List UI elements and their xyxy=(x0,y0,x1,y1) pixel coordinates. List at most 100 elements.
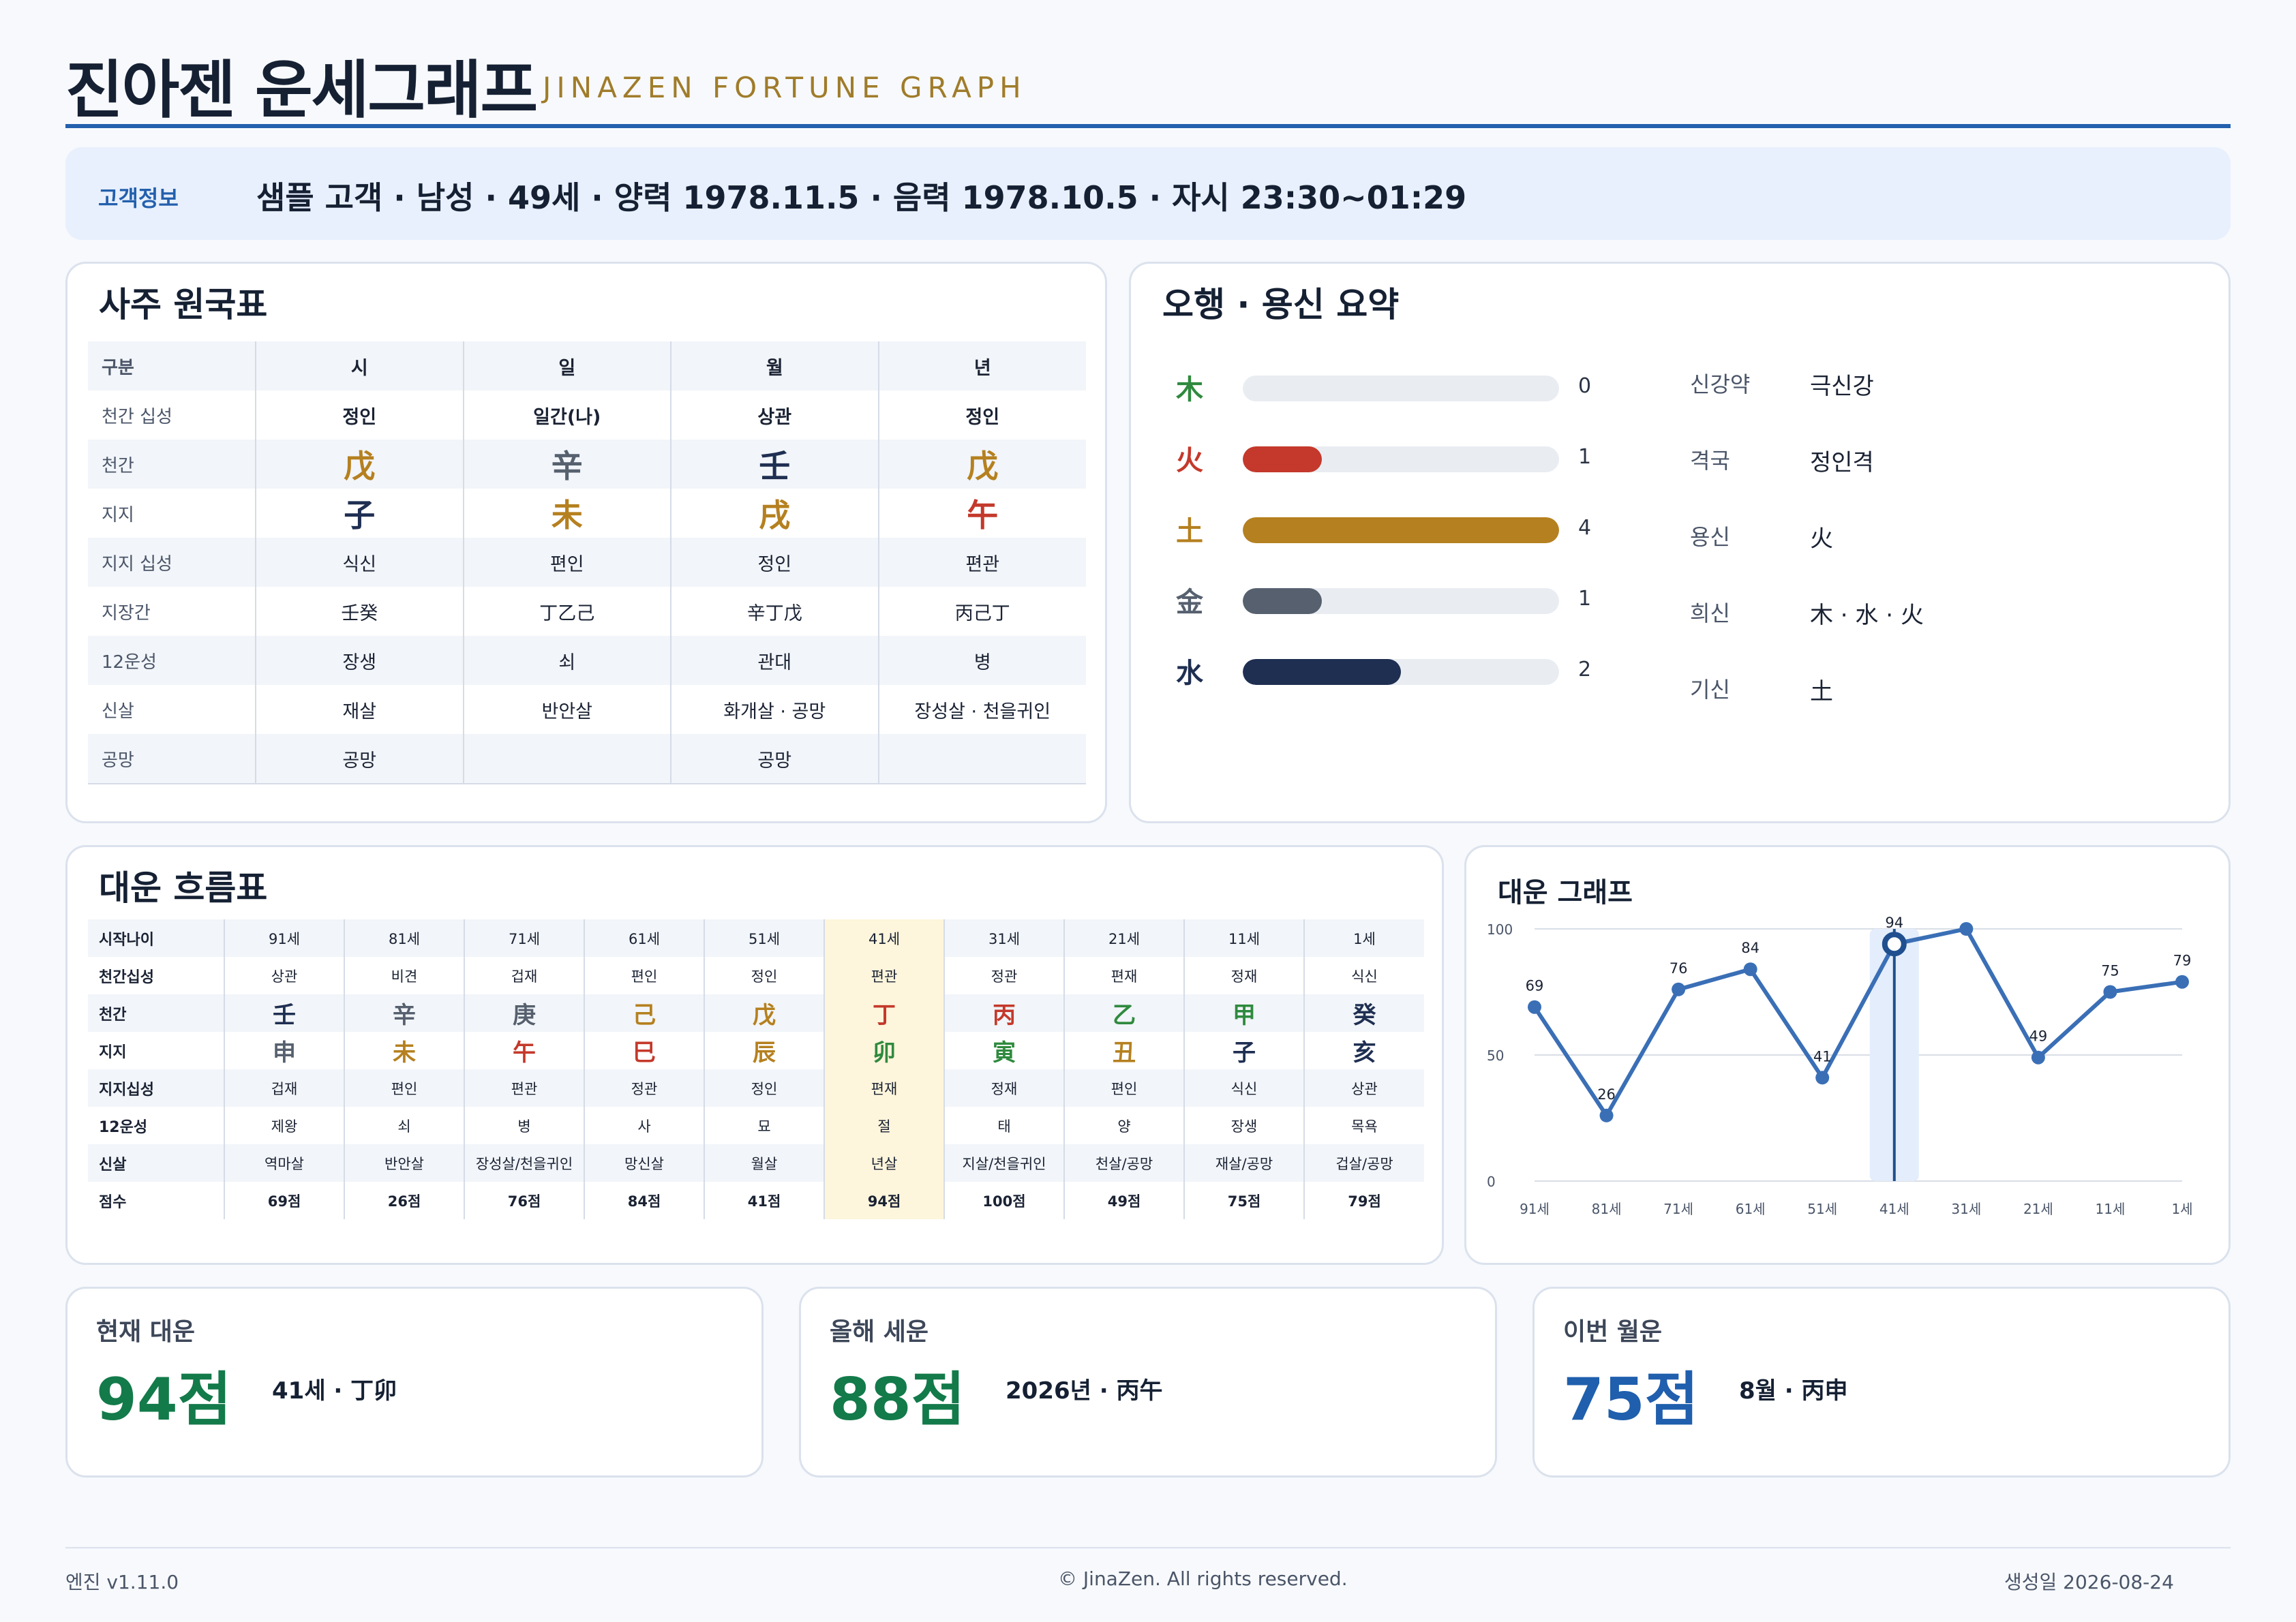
daeun-cell: 천살/공망 xyxy=(1063,1144,1184,1182)
data-point xyxy=(1959,922,1974,936)
daeun-cell: 未 xyxy=(344,1032,464,1069)
daeun-cell: 49점 xyxy=(1063,1182,1184,1219)
ohaeng-bar-fill xyxy=(1243,446,1322,472)
customer-info-bar: 고객정보 샘플 고객 · 남성 · 49세 · 양력 1978.11.5 · 음… xyxy=(65,147,2231,240)
saju-cell: 일간(나) xyxy=(462,391,671,440)
customer-info-label: 고객정보 xyxy=(98,185,179,211)
daeun-cell: 목욕 xyxy=(1303,1107,1424,1144)
saju-row-label: 천간 십성 xyxy=(102,406,172,427)
data-point xyxy=(2175,975,2189,989)
daeun-cell: 81세 xyxy=(344,919,464,957)
data-point xyxy=(1599,1108,1614,1122)
saju-cell: 丁乙己 xyxy=(462,587,671,636)
daeun-cell: 태 xyxy=(943,1107,1064,1144)
summary-score: 75점 xyxy=(1563,1366,1699,1434)
daeun-table: 시작나이 91세 81세 71세 61세 51세 41세 31세 21세 11세 1세 천간십성 상관 비… xyxy=(88,919,1424,1219)
daeun-cell: 乙 xyxy=(1063,994,1184,1032)
ohaeng-element-char: 金 xyxy=(1176,587,1203,618)
daeun-title: 대운 흐름표 xyxy=(99,868,268,908)
saju-cell: 장생 xyxy=(255,636,464,685)
saju-cell: 정인 xyxy=(255,391,464,440)
x-tick-label: 21세 xyxy=(2023,1201,2053,1217)
saju-cell: 午 xyxy=(877,489,1086,538)
daeun-row: 점수 69점 26점 76점 84점 41점 94점 100점 49점 75점 79점 xyxy=(88,1182,1424,1219)
saju-row-label: 12운성 xyxy=(88,636,256,685)
daeun-cell: 상관 xyxy=(224,957,344,994)
saju-cell: 壬 xyxy=(670,440,879,489)
ohaeng-row: 火1 xyxy=(1169,437,1605,478)
data-label: 100 xyxy=(1952,915,1980,916)
ohaeng-row: 土4 xyxy=(1169,508,1605,549)
data-point xyxy=(1743,962,1757,977)
daeun-cell: 戊 xyxy=(704,994,824,1032)
daeun-cell: 쇠 xyxy=(344,1107,464,1144)
ohaeng-element-char: 火 xyxy=(1176,445,1203,476)
summary-card-current-daeun: 현재 대운 94점 41세 · 丁卯 xyxy=(65,1287,764,1478)
saju-row: 신살 재살 반안살 화개살 · 공망 장성살 · 천을귀인 xyxy=(88,685,1086,734)
data-label: 76 xyxy=(1670,960,1688,977)
ohaeng-bar-track xyxy=(1243,659,1559,685)
ohaeng-row: 水2 xyxy=(1169,649,1605,690)
ohaeng-bar-track xyxy=(1243,376,1559,401)
daeun-cell: 卯 xyxy=(824,1032,944,1069)
daeun-cell: 76점 xyxy=(464,1182,584,1219)
footer-divider xyxy=(65,1547,2231,1548)
saju-cell: 정인 xyxy=(877,391,1086,440)
page-subtitle: JINAZEN FORTUNE GRAPH xyxy=(543,71,1027,104)
saju-row: 구분 시 일 월 년 xyxy=(88,341,1086,391)
ohaeng-count: 4 xyxy=(1578,516,1592,540)
customer-info-text: 샘플 고객 · 남성 · 49세 · 양력 1978.11.5 · 음력 197… xyxy=(256,179,1467,216)
daeun-cell: 편인 xyxy=(584,957,704,994)
yongsin-value: 극신강 xyxy=(1810,373,1874,400)
daeun-cell: 정인 xyxy=(704,1069,824,1107)
daeun-cell: 庚 xyxy=(464,994,584,1032)
data-point xyxy=(1882,932,1907,957)
data-label: 75 xyxy=(2101,963,2119,979)
daeun-cell: 제왕 xyxy=(224,1107,344,1144)
footer-engine-version: 엔진 v1.11.0 xyxy=(65,1571,179,1593)
saju-cell: 병 xyxy=(877,636,1086,685)
y-tick-label: 100 xyxy=(1487,921,1513,938)
daeun-cell: 31세 xyxy=(943,919,1064,957)
daeun-cell: 반안살 xyxy=(344,1144,464,1182)
summary-detail: 41세 · 丁卯 xyxy=(272,1377,397,1405)
saju-cell: 辛 xyxy=(462,440,671,489)
daeun-cell: 巳 xyxy=(584,1032,704,1069)
data-label: 41 xyxy=(1813,1048,1832,1065)
summary-card-month-wolun: 이번 월운 75점 8월 · 丙申 xyxy=(1532,1287,2231,1478)
summary-label: 올해 세운 xyxy=(830,1318,929,1346)
daeun-cell: 겁재 xyxy=(464,957,584,994)
ohaeng-count: 1 xyxy=(1578,587,1592,611)
daeun-cell: 丙 xyxy=(943,994,1064,1032)
page-title: 진아젠 운세그래프 xyxy=(65,54,538,127)
ohaeng-count: 0 xyxy=(1578,374,1592,398)
daeun-cell: 정관 xyxy=(943,957,1064,994)
data-label: 49 xyxy=(2029,1028,2048,1045)
daeun-cell: 100점 xyxy=(943,1182,1064,1219)
daeun-line-chart: 0 50 100 69 91세 26 81세 76 71세 84 61세 41 51세 94 41세 100 3… xyxy=(1487,915,2193,1217)
yongsin-key: 격국 xyxy=(1690,448,1730,474)
saju-row: 천간 戊辛壬戊 xyxy=(88,440,1086,489)
daeun-cell: 26점 xyxy=(344,1182,464,1219)
saju-cell: 未 xyxy=(462,489,671,538)
summary-score: 94점 xyxy=(96,1366,232,1434)
daeun-row-label: 천간 xyxy=(88,994,224,1032)
saju-cell: 쇠 xyxy=(462,636,671,685)
yongsin-key: 신강약 xyxy=(1690,371,1751,397)
ohaeng-count: 1 xyxy=(1578,445,1592,469)
saju-cell: 戊 xyxy=(877,440,1086,489)
daeun-cell: 절 xyxy=(824,1107,944,1144)
daeun-row-label: 지지 xyxy=(99,1043,127,1061)
saju-row: 천간 십성 정인 일간(나) 상관 정인 xyxy=(88,391,1086,440)
daeun-cell: 94점 xyxy=(824,1182,944,1219)
daeun-cell: 辛 xyxy=(344,994,464,1032)
daeun-row-label: 천간십성 xyxy=(99,968,154,986)
x-tick-label: 61세 xyxy=(1736,1201,1766,1217)
yongsin-key: 희신 xyxy=(1690,600,1730,626)
report-header: 진아젠 운세그래프 JINAZEN FORTUNE GRAPH xyxy=(65,35,2231,128)
daeun-row: 지지십성 겁재 편인 편관 정관 정인 편재 정재 편인 식신 상관 xyxy=(88,1069,1424,1107)
daeun-cell: 망신살 xyxy=(584,1144,704,1182)
ohaeng-card: 오행 · 용신 요약 木0火1土4金1水2 신강약 극신강 격국 정인격 용신 火 희신 木 … xyxy=(1129,262,2231,823)
saju-cell: 식신 xyxy=(255,538,464,587)
daeun-cell: 겁재 xyxy=(224,1069,344,1107)
